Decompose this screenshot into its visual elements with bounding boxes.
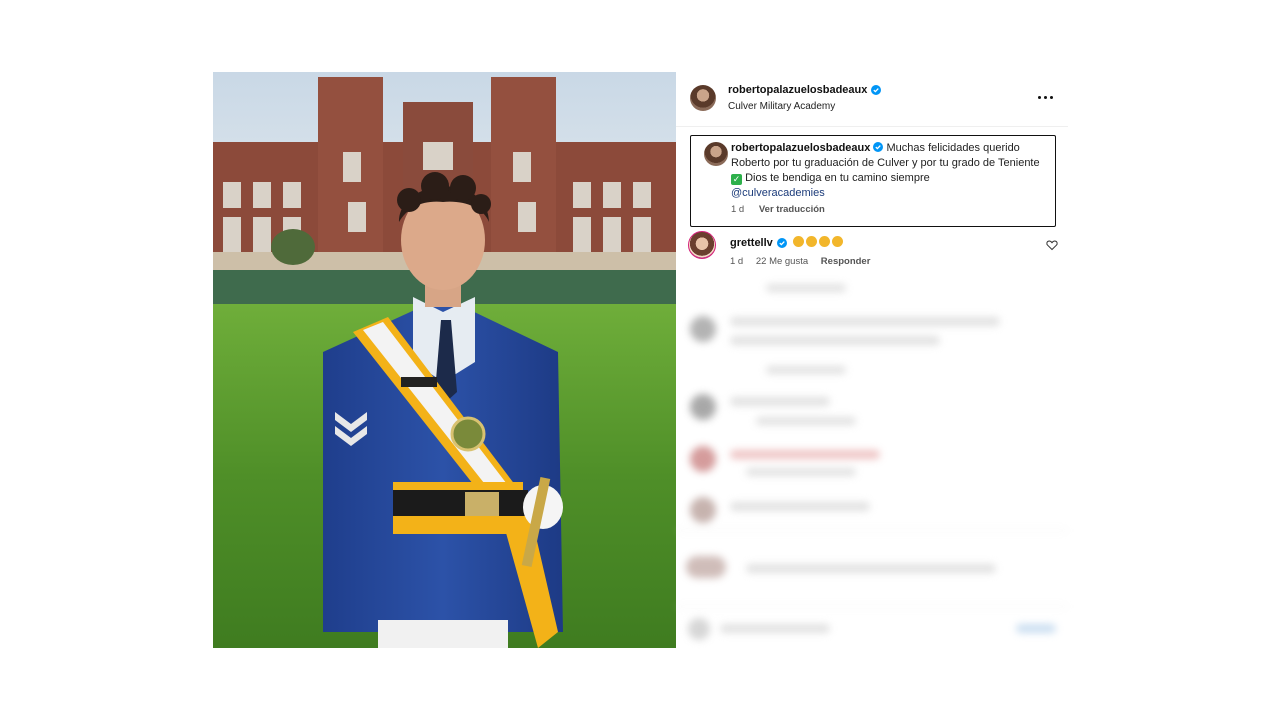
post-owner: robertopalazuelosbadeaux — [728, 84, 882, 96]
check-mark-emoji: ✓ — [731, 174, 742, 185]
owner-avatar[interactable] — [690, 85, 716, 111]
caption-mention-link[interactable]: @culveracademies — [731, 187, 825, 199]
more-options-icon[interactable] — [1036, 90, 1056, 104]
clapping-hands-emoji — [791, 236, 843, 250]
comment-meta: 1 d 22 Me gusta Responder — [730, 256, 880, 267]
verified-badge-icon — [871, 85, 882, 95]
see-translation-link[interactable]: Ver traducción — [759, 204, 825, 215]
commenter-avatar[interactable] — [688, 231, 716, 259]
cadet-portrait-image — [213, 72, 676, 648]
post-side-panel: robertopalazuelosbadeaux Culver Military… — [676, 72, 1068, 648]
caption-body-2: Dios te bendiga en tu camino siempre — [745, 172, 930, 184]
reply-button[interactable]: Responder — [821, 256, 871, 267]
caption-highlight-box: robertopalazuelosbadeaux Muchas felicida… — [690, 135, 1056, 227]
post-photo[interactable] — [213, 72, 676, 648]
comment-likes[interactable]: 22 Me gusta — [756, 256, 808, 267]
comment-line: grettellv — [730, 236, 843, 250]
header-divider — [676, 126, 1068, 127]
caption-meta: 1 d Ver traducción — [731, 204, 825, 215]
caption-time: 1 d — [731, 204, 745, 215]
commenter-username[interactable]: grettellv — [730, 237, 773, 249]
verified-badge-icon — [776, 238, 787, 248]
verified-badge-icon — [873, 142, 884, 152]
post-location[interactable]: Culver Military Academy — [728, 101, 835, 112]
owner-username[interactable]: robertopalazuelosbadeaux — [728, 84, 867, 96]
blurred-comments-area — [676, 272, 1068, 648]
comment-time: 1 d — [730, 256, 744, 267]
heart-icon[interactable] — [1046, 239, 1058, 251]
caption-username[interactable]: robertopalazuelosbadeaux — [731, 142, 870, 154]
caption-avatar[interactable] — [704, 142, 728, 166]
caption-text: robertopalazuelosbadeaux Muchas felicida… — [731, 141, 1041, 201]
